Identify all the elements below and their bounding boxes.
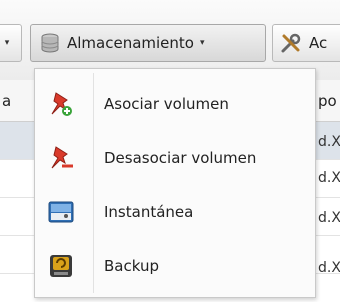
menu-item-label: Backup <box>104 257 159 275</box>
backup-icon <box>50 255 72 277</box>
menu-item-label: Instantánea <box>104 203 194 221</box>
tools-icon <box>281 33 301 53</box>
menu-item-snapshot[interactable]: Instantánea <box>35 185 315 239</box>
storage-dropdown-label: Almacenamiento <box>67 34 194 52</box>
table-cell: d.X <box>318 134 340 150</box>
table-cell: d.X <box>318 260 340 276</box>
actions-dropdown-label: Ac <box>309 34 328 52</box>
menu-item-label: Desasociar volumen <box>104 149 257 167</box>
menu-item-label: Asociar volumen <box>104 95 229 113</box>
previous-dropdown-button[interactable]: ▾ <box>0 24 22 62</box>
screen: ▾ Almacenamiento ▾ Ac a po d.X d.X d.X d… <box>0 0 340 302</box>
database-icon <box>41 33 59 53</box>
menu-item-backup[interactable]: Backup <box>35 239 315 293</box>
storage-menu: Asociar volumen Desasociar volumen Insta… <box>34 68 316 298</box>
pin-remove-icon <box>51 146 73 169</box>
table-cell: d.X <box>318 210 340 226</box>
menu-item-attach-volume[interactable]: Asociar volumen <box>35 77 315 131</box>
chevron-down-icon: ▾ <box>199 38 205 48</box>
pin-add-icon <box>51 92 72 116</box>
storage-dropdown-button[interactable]: Almacenamiento ▾ <box>30 24 266 62</box>
table-cell: d.X <box>318 170 340 186</box>
column-header[interactable]: a <box>2 92 11 110</box>
column-header[interactable]: po <box>318 92 337 110</box>
actions-dropdown-button[interactable]: Ac <box>272 24 340 62</box>
menu-item-detach-volume[interactable]: Desasociar volumen <box>35 131 315 185</box>
snapshot-icon <box>48 201 74 223</box>
chevron-down-icon: ▾ <box>4 38 10 48</box>
